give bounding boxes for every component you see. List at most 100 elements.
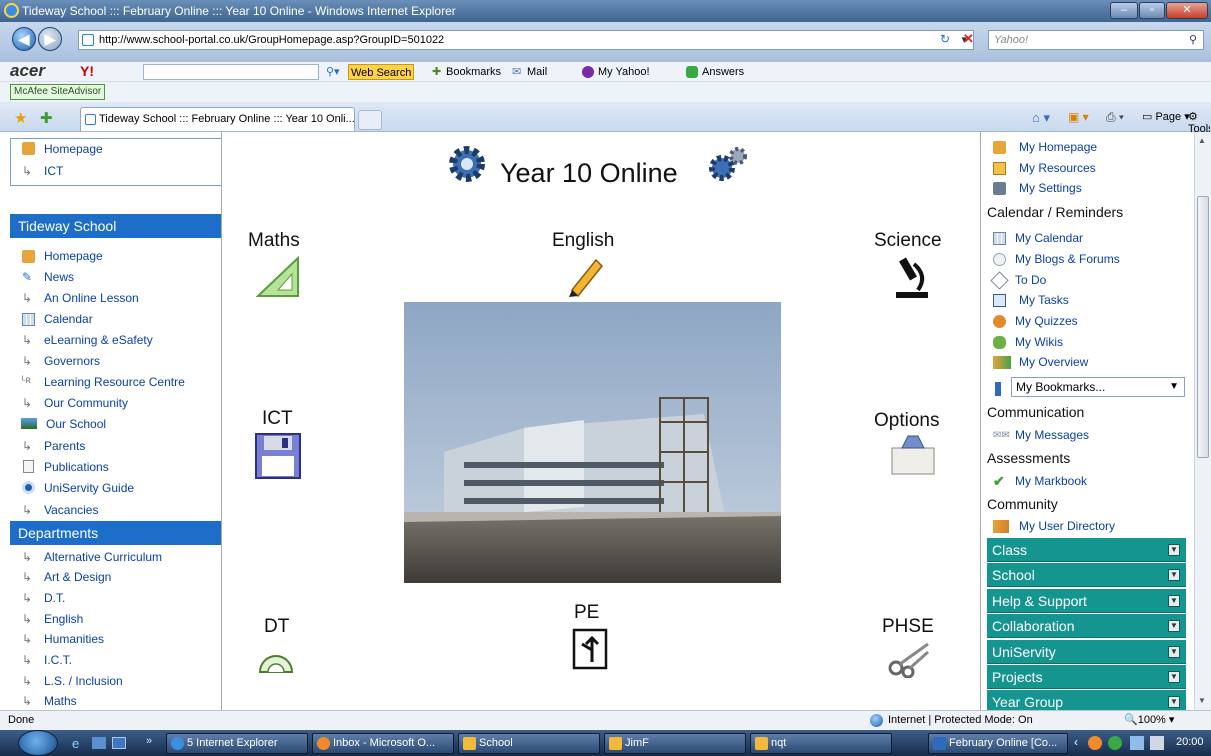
section-projects[interactable]: Projects ▼ <box>987 665 1186 689</box>
dept-dt[interactable]: D.T. <box>44 591 65 605</box>
link-community[interactable]: Our Community <box>44 396 128 410</box>
print-icon[interactable]: ⎙ ▾ <box>1106 110 1124 125</box>
dt-label[interactable]: DT <box>264 616 289 638</box>
search-input[interactable]: Yahoo! ⚲ <box>988 30 1204 50</box>
direction-sign-icon[interactable] <box>572 628 608 670</box>
expand-icon[interactable]: ▼ <box>1168 696 1180 708</box>
toolbar-search-field[interactable] <box>143 64 319 80</box>
my-user-directory-link[interactable]: My User Directory <box>1019 519 1115 533</box>
crumb-homepage[interactable]: Homepage <box>44 142 103 156</box>
favorites-star-icon[interactable]: ★ <box>14 109 27 127</box>
link-homepage[interactable]: Homepage <box>44 249 103 263</box>
home-icon[interactable]: ⌂ ▾ <box>1032 110 1050 126</box>
taskbar-item-february-online[interactable]: February Online [Co... <box>928 733 1068 754</box>
expand-icon[interactable]: ▼ <box>1168 595 1180 607</box>
add-favorites-icon[interactable]: ✚ <box>40 109 53 127</box>
link-vacancies[interactable]: Vacancies <box>44 503 98 517</box>
expand-icon[interactable]: ▼ <box>1168 620 1180 632</box>
taskbar-item-ie[interactable]: 5 Internet Explorer <box>166 733 308 754</box>
my-settings-link[interactable]: My Settings <box>1019 181 1082 195</box>
crumb-ict[interactable]: ICT <box>44 164 63 178</box>
my-blogs-forums-link[interactable]: My Blogs & Forums <box>1015 252 1120 266</box>
feeds-icon[interactable]: ▣ ▾ <box>1068 110 1089 124</box>
network-icon[interactable] <box>1130 736 1144 750</box>
link-parents[interactable]: Parents <box>44 439 85 453</box>
science-label[interactable]: Science <box>874 230 942 252</box>
link-news[interactable]: News <box>44 270 74 284</box>
maths-label[interactable]: Maths <box>248 230 300 252</box>
dept-maths[interactable]: Maths <box>44 694 77 708</box>
web-search-button[interactable]: Web Search <box>348 64 415 80</box>
section-help-support[interactable]: Help & Support ▼ <box>987 589 1186 613</box>
answers-menu[interactable]: Answers <box>702 62 744 82</box>
close-button[interactable]: ✕ <box>1166 2 1208 19</box>
page-menu[interactable]: ▭ Page ▾ <box>1142 110 1190 123</box>
stop-icon[interactable]: ✕ <box>963 31 974 47</box>
search-icon[interactable]: ⚲ <box>1189 31 1197 49</box>
phse-label[interactable]: PHSE <box>882 616 934 638</box>
my-yahoo-menu[interactable]: My Yahoo! <box>598 62 650 82</box>
pencil-icon[interactable] <box>566 254 606 298</box>
switch-windows-icon[interactable] <box>112 737 126 749</box>
scroll-thumb[interactable] <box>1197 196 1209 458</box>
minimize-button[interactable]: – <box>1110 2 1138 19</box>
start-button[interactable] <box>18 730 58 756</box>
microscope-icon[interactable] <box>892 254 932 300</box>
refresh-icon[interactable]: ↻ <box>940 32 950 46</box>
tab-current[interactable]: Tideway School ::: February Online ::: Y… <box>80 107 355 131</box>
link-uniservity-guide[interactable]: UniServity Guide <box>44 481 134 495</box>
scissors-icon[interactable] <box>888 640 932 678</box>
my-messages-link[interactable]: My Messages <box>1015 428 1089 442</box>
bookmarks-menu[interactable]: Bookmarks <box>446 62 501 82</box>
messenger-icon[interactable] <box>1088 736 1102 750</box>
set-square-icon[interactable] <box>256 256 300 298</box>
expand-icon[interactable]: ▼ <box>1168 544 1180 556</box>
options-label[interactable]: Options <box>874 410 939 432</box>
link-lrc[interactable]: Learning Resource Centre <box>44 375 185 389</box>
link-our-school[interactable]: Our School <box>46 417 106 431</box>
english-label[interactable]: English <box>552 230 614 252</box>
link-elearning[interactable]: eLearning & eSafety <box>44 333 153 347</box>
forward-button[interactable]: ▶ <box>38 27 62 51</box>
link-publications[interactable]: Publications <box>44 460 109 474</box>
taskbar-item-school[interactable]: School <box>458 733 600 754</box>
section-collaboration[interactable]: Collaboration ▼ <box>987 614 1186 638</box>
yahoo-logo[interactable]: Y! <box>80 62 94 80</box>
mail-menu[interactable]: Mail <box>527 62 547 82</box>
volume-icon[interactable] <box>1150 736 1164 750</box>
my-tasks-link[interactable]: My Tasks <box>1019 293 1069 307</box>
link-governors[interactable]: Governors <box>44 354 100 368</box>
my-resources-link[interactable]: My Resources <box>1019 161 1096 175</box>
dept-ls-inclusion[interactable]: L.S. / Inclusion <box>44 674 123 688</box>
taskbar-item-nqt[interactable]: nqt <box>750 733 892 754</box>
overflow-chevron-icon[interactable]: » <box>146 735 152 747</box>
my-overview-link[interactable]: My Overview <box>1019 355 1088 369</box>
my-calendar-link[interactable]: My Calendar <box>1015 231 1083 245</box>
my-homepage-link[interactable]: My Homepage <box>1019 140 1097 154</box>
dept-alternative-curriculum[interactable]: Alternative Curriculum <box>44 550 162 564</box>
magnifier-icon[interactable]: ⚲▾ <box>326 62 340 82</box>
tray-arrow-icon[interactable]: ‹ <box>1074 735 1078 749</box>
floppy-disk-icon[interactable] <box>254 432 302 480</box>
ict-label[interactable]: ICT <box>262 408 293 430</box>
expand-icon[interactable]: ▼ <box>1168 671 1180 683</box>
security-zone[interactable]: Internet | Protected Mode: On <box>888 711 1033 730</box>
clock[interactable]: 20:00 <box>1176 736 1204 748</box>
expand-icon[interactable]: ▼ <box>1168 646 1180 658</box>
pe-label[interactable]: PE <box>574 602 599 624</box>
ie-quicklaunch-icon[interactable]: e <box>72 736 79 751</box>
address-bar[interactable]: http://www.school-portal.co.uk/GroupHome… <box>78 30 974 50</box>
zoom-level[interactable]: 🔍100% ▾ <box>1124 711 1174 730</box>
dept-english[interactable]: English <box>44 612 83 626</box>
my-quizzes-link[interactable]: My Quizzes <box>1015 314 1078 328</box>
section-year-group[interactable]: Year Group ▼ <box>987 690 1186 710</box>
taskbar-item-jimf[interactable]: JimF <box>604 733 746 754</box>
expand-icon[interactable]: ▼ <box>1168 569 1180 581</box>
section-class[interactable]: Class ▼ <box>987 538 1186 562</box>
link-online-lesson[interactable]: An Online Lesson <box>44 291 139 305</box>
bookmarks-select[interactable]: My Bookmarks... ▼ <box>1011 377 1185 397</box>
taskbar-item-inbox[interactable]: Inbox - Microsoft O... <box>312 733 454 754</box>
vertical-scrollbar[interactable]: ▲ ▼ <box>1194 132 1211 710</box>
new-tab-button[interactable] <box>358 110 382 130</box>
scroll-down-arrow-icon[interactable]: ▼ <box>1198 696 1206 705</box>
